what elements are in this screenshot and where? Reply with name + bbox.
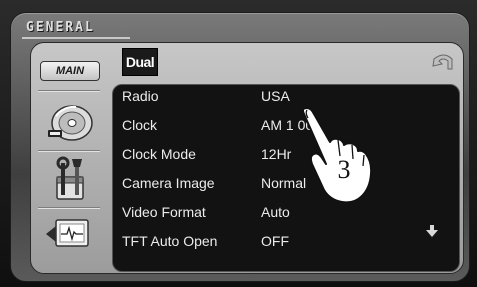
sidebar-divider [38, 150, 100, 151]
tools-icon[interactable] [42, 155, 98, 205]
head-unit-screen: GENERAL MAIN Dual Radio USA Clock AM 1 0… [0, 0, 477, 287]
sidebar-divider [38, 207, 100, 208]
setting-label-camera-image[interactable]: Camera Image [122, 173, 215, 193]
setting-value-tft-auto-open[interactable]: OFF [261, 231, 289, 251]
setting-label-radio[interactable]: Radio [122, 86, 159, 106]
dual-logo: Dual [122, 48, 158, 76]
setting-label-tft-auto-open[interactable]: TFT Auto Open [122, 231, 217, 251]
main-button[interactable]: MAIN [40, 61, 100, 81]
setting-label-clock-mode[interactable]: Clock Mode [122, 144, 196, 164]
tab-underline [22, 37, 130, 39]
setting-value-video-format[interactable]: Auto [261, 202, 290, 222]
setting-label-clock[interactable]: Clock [122, 115, 157, 135]
step-number: 3 [337, 155, 351, 184]
scroll-down-arrow-icon[interactable] [425, 224, 439, 238]
back-arrow-icon[interactable] [430, 49, 458, 75]
monitor-pulse-icon[interactable] [42, 212, 98, 262]
setting-label-video-format[interactable]: Video Format [122, 202, 206, 222]
general-tab-label[interactable]: GENERAL [26, 20, 95, 35]
sidebar-divider [38, 90, 100, 91]
disc-icon[interactable] [42, 96, 98, 146]
setting-value-radio[interactable]: USA [261, 86, 290, 106]
setting-value-clock-mode[interactable]: 12Hr [261, 144, 291, 164]
